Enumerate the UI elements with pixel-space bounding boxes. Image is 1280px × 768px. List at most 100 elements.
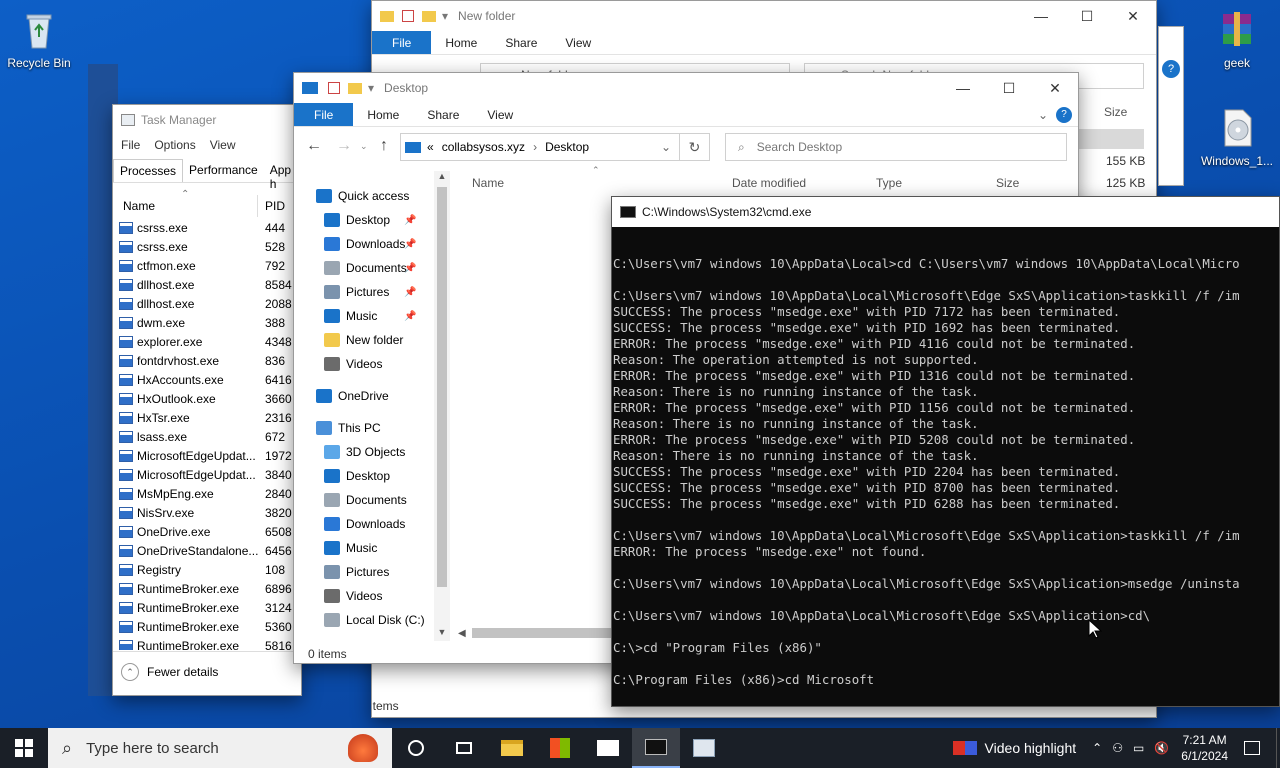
nav-scrollbar[interactable]: ▲ ▼ xyxy=(434,171,450,641)
process-row[interactable]: Registry 108 xyxy=(113,560,293,579)
task-view-button[interactable] xyxy=(440,728,488,768)
process-row[interactable]: MsMpEng.exe 2840 xyxy=(113,484,293,503)
refresh-button[interactable]: ↻ xyxy=(680,133,710,161)
network-icon[interactable]: ⚇ xyxy=(1112,741,1123,755)
nav-item[interactable]: Music xyxy=(324,537,377,559)
nav-item[interactable]: Music 📌 xyxy=(324,305,416,327)
process-row[interactable]: OneDrive.exe 6508 xyxy=(113,522,293,541)
nav-item[interactable]: 3D Objects xyxy=(324,441,405,463)
nav-item[interactable]: Downloads xyxy=(324,513,405,535)
column-size[interactable]: Size xyxy=(1104,105,1127,119)
tab-share[interactable]: Share xyxy=(413,103,473,126)
process-row[interactable]: ctfmon.exe 792 xyxy=(113,256,293,275)
close-button[interactable]: ✕ xyxy=(1032,73,1078,103)
process-row[interactable]: RuntimeBroker.exe 5360 xyxy=(113,617,293,636)
fewer-details-button[interactable]: ⌃ Fewer details xyxy=(121,663,218,681)
process-row[interactable]: RuntimeBroker.exe 6896 xyxy=(113,579,293,598)
new-folder-icon[interactable] xyxy=(422,10,436,22)
ethernet-icon[interactable]: ▭ xyxy=(1133,741,1144,755)
tab-view[interactable]: View xyxy=(551,31,605,54)
menu-file[interactable]: File xyxy=(121,138,140,152)
cortana-button[interactable] xyxy=(392,728,440,768)
breadcrumb-root[interactable]: collabsysos.xyz xyxy=(442,140,525,154)
desktop-icon-geek[interactable]: geek xyxy=(1198,8,1276,70)
breadcrumb-overflow[interactable]: « xyxy=(427,140,434,154)
title-bar[interactable]: C:\Windows\System32\cmd.exe xyxy=(612,197,1279,227)
tab-view[interactable]: View xyxy=(473,103,527,126)
tab-share[interactable]: Share xyxy=(491,31,551,54)
tab-home[interactable]: Home xyxy=(353,103,413,126)
new-folder-icon[interactable] xyxy=(348,82,362,94)
minimize-button[interactable]: — xyxy=(940,73,986,103)
process-row[interactable]: csrss.exe 528 xyxy=(113,237,293,256)
nav-item[interactable]: This PC xyxy=(316,417,381,439)
properties-icon[interactable] xyxy=(402,10,414,22)
nav-item[interactable]: Pictures xyxy=(324,561,389,583)
scroll-left-icon[interactable]: ◀ xyxy=(458,628,466,639)
process-row[interactable]: fontdrvhost.exe 836 xyxy=(113,351,293,370)
taskbar-cmd[interactable] xyxy=(632,728,680,768)
process-row[interactable]: explorer.exe 4348 xyxy=(113,332,293,351)
minimize-button[interactable]: — xyxy=(1018,1,1064,31)
address-dropdown-icon[interactable]: ⌄ xyxy=(661,140,671,154)
nav-item[interactable]: Desktop 📌 xyxy=(324,209,416,231)
nav-item[interactable]: Downloads 📌 xyxy=(324,233,416,255)
scroll-down-icon[interactable]: ▼ xyxy=(434,627,450,637)
news-widget-label[interactable]: Video highlight xyxy=(985,740,1077,756)
process-row[interactable]: dllhost.exe 2088 xyxy=(113,294,293,313)
customize-toolbar-icon[interactable]: ▾ xyxy=(442,9,448,23)
nav-item[interactable]: Videos xyxy=(324,353,382,375)
ribbon-expand-icon[interactable]: ⌄ xyxy=(1038,103,1056,126)
nav-item[interactable]: New folder xyxy=(324,329,403,351)
column-type[interactable]: Type xyxy=(876,176,902,190)
process-row[interactable]: NisSrv.exe 3820 xyxy=(113,503,293,522)
tab-home[interactable]: Home xyxy=(431,31,491,54)
process-row[interactable]: HxAccounts.exe 6416 xyxy=(113,370,293,389)
scroll-thumb[interactable] xyxy=(437,187,447,587)
scroll-up-icon[interactable]: ▲ xyxy=(434,171,450,181)
news-widget-icon[interactable] xyxy=(952,741,977,755)
recent-locations-button[interactable]: ⌄ xyxy=(360,141,368,152)
tab-file[interactable]: File xyxy=(294,103,354,126)
menu-options[interactable]: Options xyxy=(154,138,195,152)
title-bar[interactable]: Task Manager xyxy=(113,105,301,135)
volume-muted-icon[interactable]: 🔇 xyxy=(1154,741,1169,755)
process-row[interactable]: OneDriveStandalone... 6456 xyxy=(113,541,293,560)
column-date[interactable]: Date modified xyxy=(732,176,806,190)
help-icon[interactable]: ? xyxy=(1056,107,1072,123)
process-row[interactable]: RuntimeBroker.exe 3124 xyxy=(113,598,293,617)
tab-processes[interactable]: Processes xyxy=(113,159,184,182)
tab-performance[interactable]: Performance xyxy=(183,159,264,182)
nav-item[interactable]: Desktop xyxy=(324,465,390,487)
nav-item[interactable]: Documents xyxy=(324,489,407,511)
process-row[interactable]: HxTsr.exe 2316 xyxy=(113,408,293,427)
taskbar-mail[interactable] xyxy=(584,728,632,768)
show-desktop-button[interactable] xyxy=(1276,728,1280,768)
nav-item[interactable]: Pictures 📌 xyxy=(324,281,416,303)
scroll-thumb[interactable] xyxy=(472,628,632,638)
taskbar-task-manager[interactable] xyxy=(680,728,728,768)
process-row[interactable]: lsass.exe 672 xyxy=(113,427,293,446)
maximize-button[interactable]: ☐ xyxy=(986,73,1032,103)
process-row[interactable]: MicrosoftEdgeUpdat... 3840 xyxy=(113,465,293,484)
desktop-icon-windows-iso[interactable]: Windows_1... xyxy=(1198,106,1276,168)
close-button[interactable]: ✕ xyxy=(1110,1,1156,31)
notifications-icon[interactable] xyxy=(1244,741,1260,755)
column-name[interactable]: Name xyxy=(123,199,155,213)
column-pid[interactable]: PID xyxy=(265,199,285,213)
up-button[interactable]: ↑ xyxy=(380,137,388,155)
process-row[interactable]: HxOutlook.exe 3660 xyxy=(113,389,293,408)
task-manager-window[interactable]: Task Manager File Options View Processes… xyxy=(112,104,302,696)
start-button[interactable] xyxy=(0,728,48,768)
tab-file[interactable]: File xyxy=(372,31,432,54)
show-hidden-icons-button[interactable]: ⌃ xyxy=(1092,741,1102,755)
cmd-window[interactable]: C:\Windows\System32\cmd.exe C:\Users\vm7… xyxy=(611,196,1280,707)
process-row[interactable]: csrss.exe 444 xyxy=(113,218,293,237)
process-row[interactable]: MicrosoftEdgeUpdat... 1972 xyxy=(113,446,293,465)
nav-item[interactable]: Quick access xyxy=(316,185,409,207)
back-button[interactable]: ← xyxy=(306,137,322,155)
column-name[interactable]: Name xyxy=(472,176,504,190)
column-size[interactable]: Size xyxy=(996,176,1019,190)
menu-view[interactable]: View xyxy=(210,138,236,152)
taskbar-store[interactable] xyxy=(536,728,584,768)
